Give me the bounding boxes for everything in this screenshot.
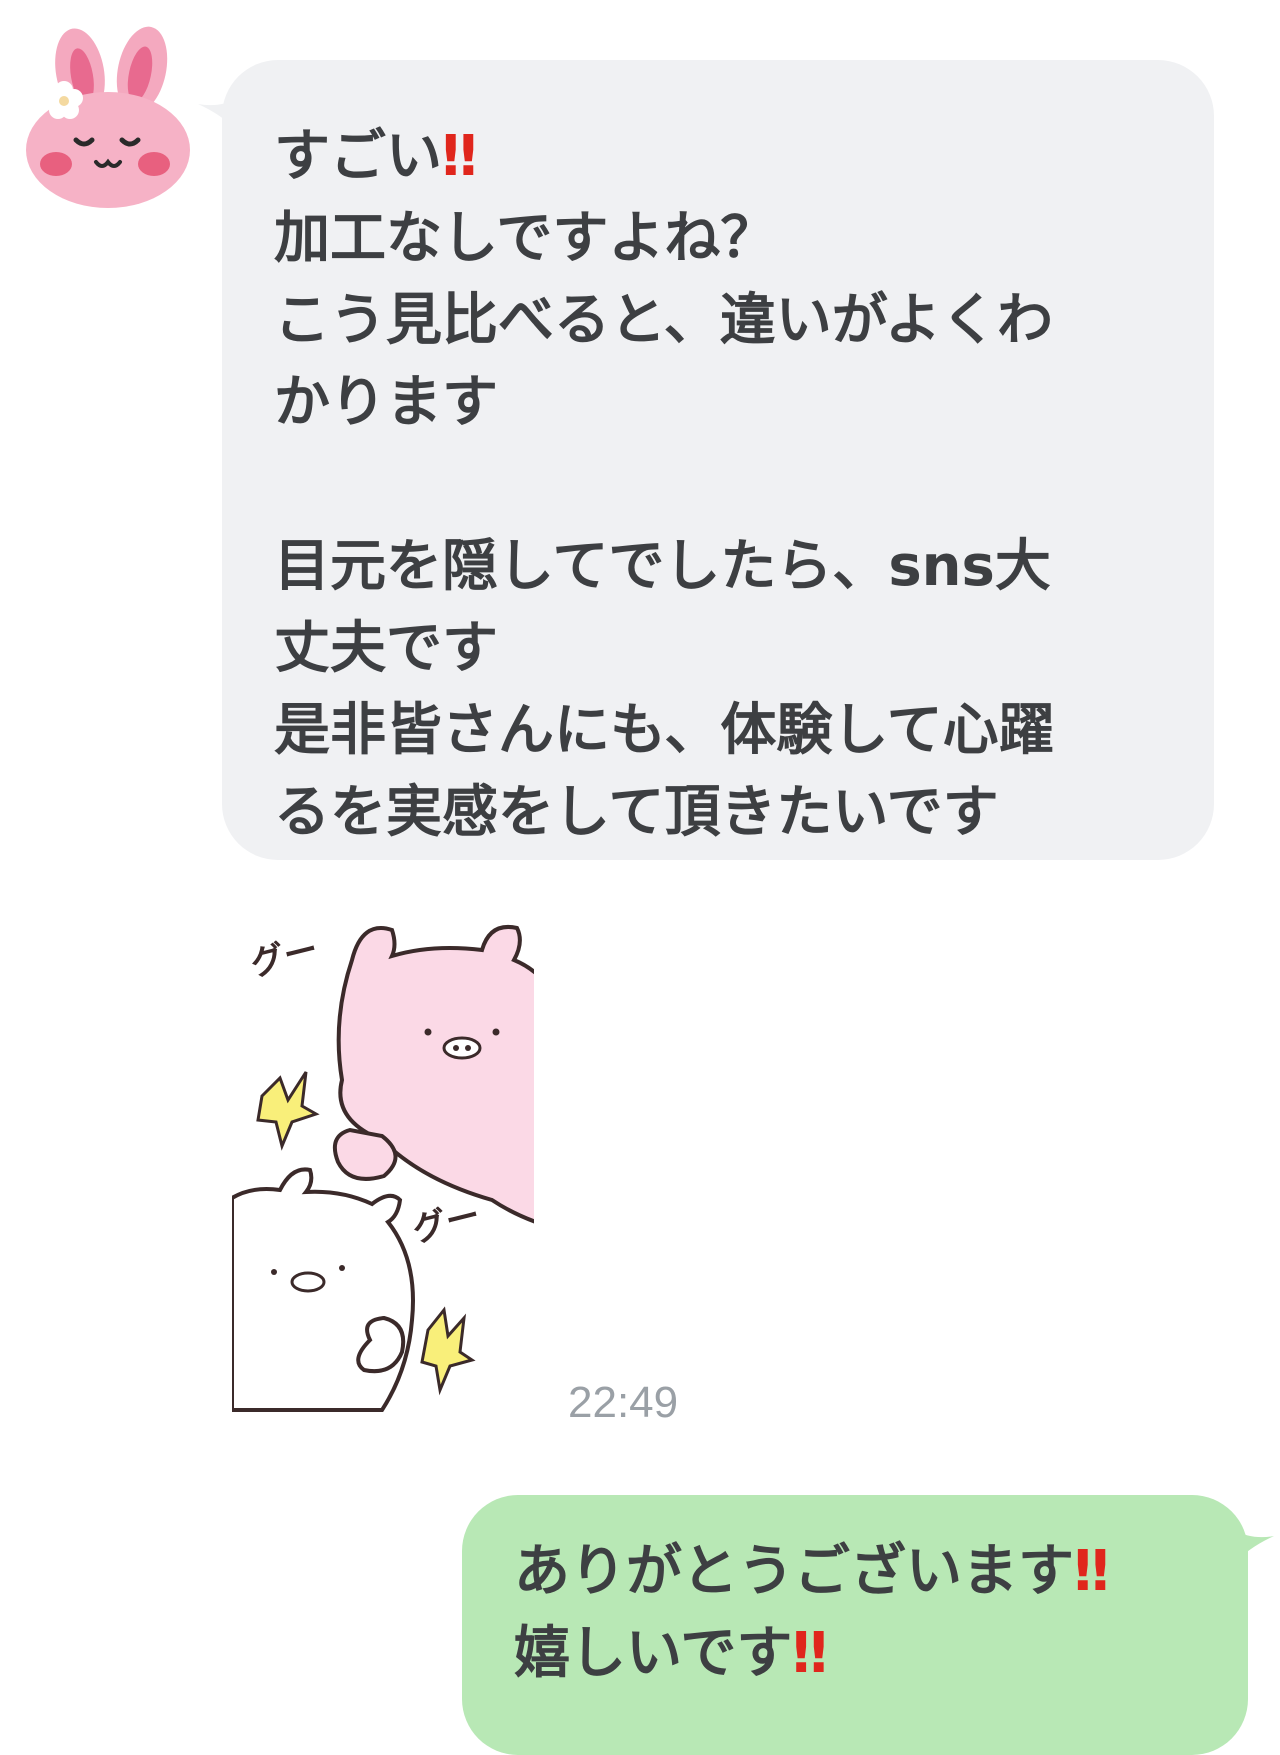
message-line-6: 目元を隠してでしたら、sns大 [274, 534, 1051, 599]
reply-line-1: ありがとうございます‼ [514, 1539, 1109, 1604]
message-line-2: 加工なしですよね？ [274, 206, 777, 271]
message-line-8: 是非皆さんにも、体験して心躍 [274, 698, 1055, 763]
message-line-1: すごい‼ [274, 124, 477, 189]
incoming-message-bubble[interactable]: すごい‼ 加工なしですよね？ こう見比べると、違いがよくわ かります目元を隠してでした… [222, 60, 1214, 860]
message-line-3: こう見比べると、違いがよくわ [274, 288, 1053, 353]
outgoing-message-bubble[interactable]: ありがとうございます‼ 嬉しいです‼ [462, 1495, 1248, 1755]
sound-effect-bottom: グー [409, 1195, 485, 1250]
double-exclamation-icon: ‼ [442, 124, 477, 189]
sound-effect-top: グー [247, 929, 323, 984]
double-exclamation-icon: ‼ [1074, 1539, 1109, 1604]
bunny-avatar-icon[interactable] [18, 22, 198, 212]
message-line-9: るを実感をして頂きたいです [274, 780, 999, 845]
message-line-7: 丈夫です [274, 616, 498, 681]
message-timestamp: 22:49 [568, 1378, 679, 1427]
reply-line-2: 嬉しいです‼ [514, 1621, 827, 1686]
message-line-4: かります [274, 370, 498, 435]
two-bears-sticker-icon[interactable]: グー グー [232, 900, 552, 1420]
double-exclamation-icon: ‼ [792, 1621, 827, 1686]
